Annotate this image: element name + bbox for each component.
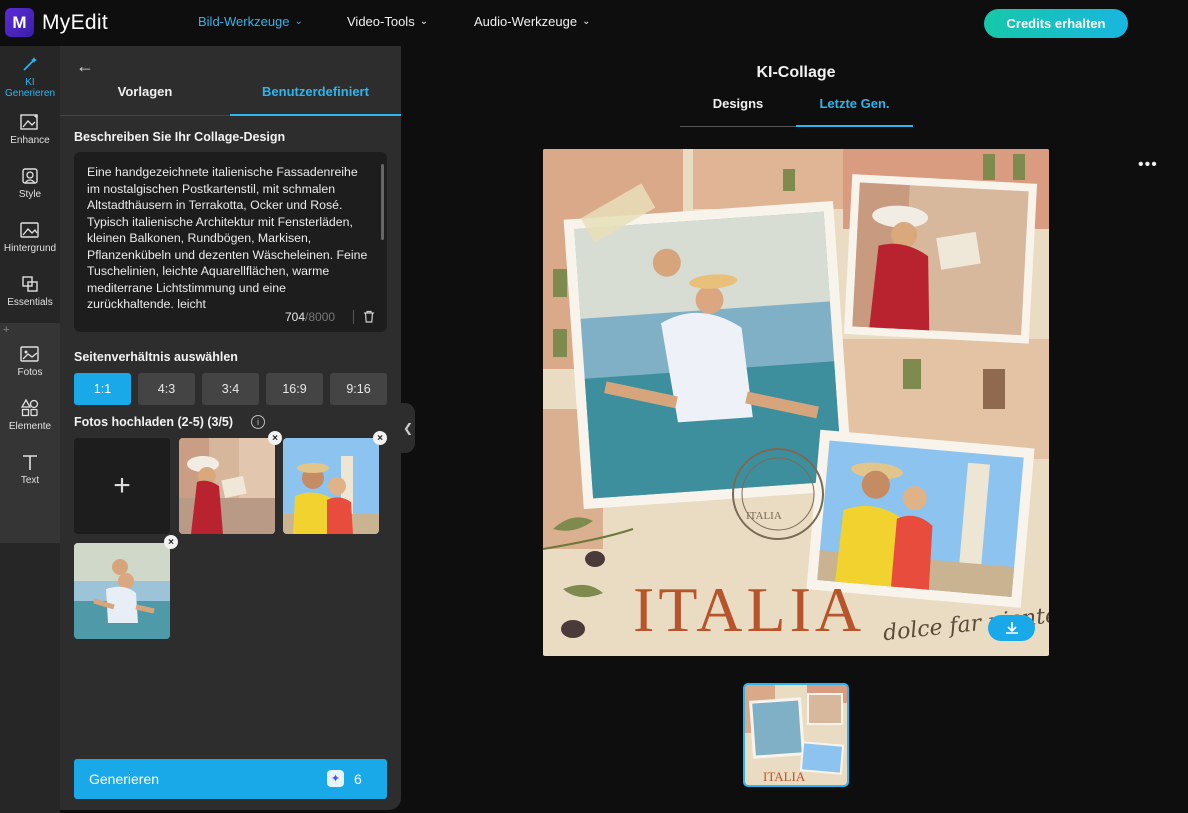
rail-label: Essentials [7, 297, 53, 308]
uploaded-photo-3[interactable] [74, 543, 170, 639]
ratio-title: Seitenverhältnis auswählen [74, 350, 238, 364]
trash-icon[interactable] [363, 310, 377, 324]
background-icon [20, 220, 40, 240]
rail-label: KI Generieren [4, 77, 56, 99]
thumb-title: ITALIA [763, 769, 806, 784]
char-counter: 704/8000 [285, 310, 335, 324]
settings-panel: ← Vorlagen Benutzerdefiniert Beschreiben… [60, 46, 401, 810]
credits-button[interactable]: Credits erhalten [984, 9, 1128, 38]
enhance-icon [20, 112, 40, 132]
photos-icon [20, 344, 40, 364]
back-arrow-icon[interactable]: ← [76, 56, 94, 77]
upload-photo-button[interactable]: + [74, 438, 170, 534]
nav-label: Audio-Werkzeuge [474, 14, 578, 29]
char-count: 704 [285, 310, 306, 324]
plus-icon: + [3, 324, 10, 336]
generate-button[interactable]: Generieren ✦ 6 [74, 759, 387, 799]
char-max: /8000 [305, 310, 336, 324]
rail-item-fotos[interactable]: Fotos [0, 344, 60, 378]
app-name: MyEdit [42, 10, 108, 34]
collage-title: ITALIA [633, 574, 865, 645]
tab-letzte-gen[interactable]: Letzte Gen. [796, 96, 913, 127]
ratio-16-9-button[interactable]: 16:9 [266, 373, 323, 405]
rail-item-ki-generieren[interactable]: KI Generieren [0, 54, 60, 99]
rail-label: Fotos [17, 367, 43, 378]
nav-video-tools[interactable]: Video-Tools ⌄ [347, 14, 428, 29]
chevron-down-icon: ⌄ [294, 16, 303, 27]
top-bar: M MyEdit Bild-Werkzeuge ⌄ Video-Tools ⌄ … [0, 0, 1188, 46]
ratio-3-4-button[interactable]: 3:4 [202, 373, 259, 405]
logo-mark: M [5, 8, 34, 37]
rail-item-style[interactable]: Style [0, 166, 60, 200]
nav-label: Bild-Werkzeuge [198, 14, 290, 29]
download-icon [1005, 622, 1018, 634]
chevron-down-icon: ⌄ [419, 16, 429, 27]
remove-photo-3-button[interactable]: × [164, 535, 178, 549]
generate-cost: 6 [354, 771, 362, 787]
rail-label: Style [18, 189, 42, 200]
rail-item-enhance[interactable]: Enhance [0, 112, 60, 146]
text-icon [20, 452, 40, 472]
tab-benutzerdefiniert[interactable]: Benutzerdefiniert [230, 84, 401, 116]
divider [353, 310, 354, 324]
nav-bild-werkzeuge[interactable]: Bild-Werkzeuge ⌄ [198, 14, 303, 29]
prompt-scrollbar[interactable] [381, 164, 384, 240]
generate-label: Generieren [89, 771, 160, 787]
prompt-textarea[interactable]: Eine handgezeichnete italienische Fassad… [74, 152, 387, 332]
magic-wand-icon [20, 54, 40, 74]
upload-title: Fotos hochladen (2-5) (3/5) [74, 415, 234, 429]
rail-label: Hintergrund [3, 243, 57, 254]
page-title: KI-Collage [756, 64, 836, 81]
ratio-1-1-button[interactable]: 1:1 [74, 373, 131, 405]
uploaded-photo-2[interactable] [283, 438, 379, 534]
rail-item-essentials[interactable]: Essentials [0, 274, 60, 308]
essentials-icon [20, 274, 40, 294]
ratio-4-3-button[interactable]: 4:3 [138, 373, 195, 405]
generated-thumbnail[interactable]: ITALIA [743, 683, 849, 787]
elements-icon [20, 398, 40, 418]
style-icon [20, 166, 40, 186]
prompt-title: Beschreiben Sie Ihr Collage-Design [74, 130, 286, 144]
ratio-9-16-button[interactable]: 9:16 [330, 373, 387, 405]
prompt-text[interactable]: Eine handgezeichnete italienische Fassad… [87, 164, 369, 308]
rail-item-hintergrund[interactable]: Hintergrund [0, 220, 60, 254]
rail-item-elemente[interactable]: Elemente [0, 398, 60, 432]
credit-icon: ✦ [327, 770, 344, 787]
tab-designs[interactable]: Designs [680, 96, 796, 127]
more-options-icon[interactable]: ••• [1138, 156, 1158, 174]
download-button[interactable] [988, 615, 1035, 641]
remove-photo-1-button[interactable]: × [268, 431, 282, 445]
remove-photo-2-button[interactable]: × [373, 431, 387, 445]
tool-rail: + KI Generieren Enhance Style Hintergrun… [0, 46, 60, 813]
nav-audio-werkzeuge[interactable]: Audio-Werkzeuge ⌄ [474, 14, 590, 29]
info-icon[interactable]: i [251, 415, 265, 429]
chevron-down-icon: ⌄ [582, 16, 591, 27]
rail-label: Enhance [10, 135, 50, 146]
rail-label: Elemente [8, 421, 52, 432]
plus-icon: + [113, 469, 131, 502]
stamp-text: ITALIA [746, 510, 782, 522]
collapse-panel-button[interactable]: ❮ [401, 403, 415, 453]
tab-vorlagen[interactable]: Vorlagen [60, 84, 230, 116]
nav-label: Video-Tools [347, 14, 415, 29]
generated-collage[interactable]: ITALIA dolce far niente ITALIA [543, 149, 1049, 656]
uploaded-photo-1[interactable] [179, 438, 275, 534]
rail-item-text[interactable]: Text [0, 452, 60, 486]
rail-label: Text [20, 475, 40, 486]
app-logo[interactable]: M MyEdit [5, 8, 108, 37]
